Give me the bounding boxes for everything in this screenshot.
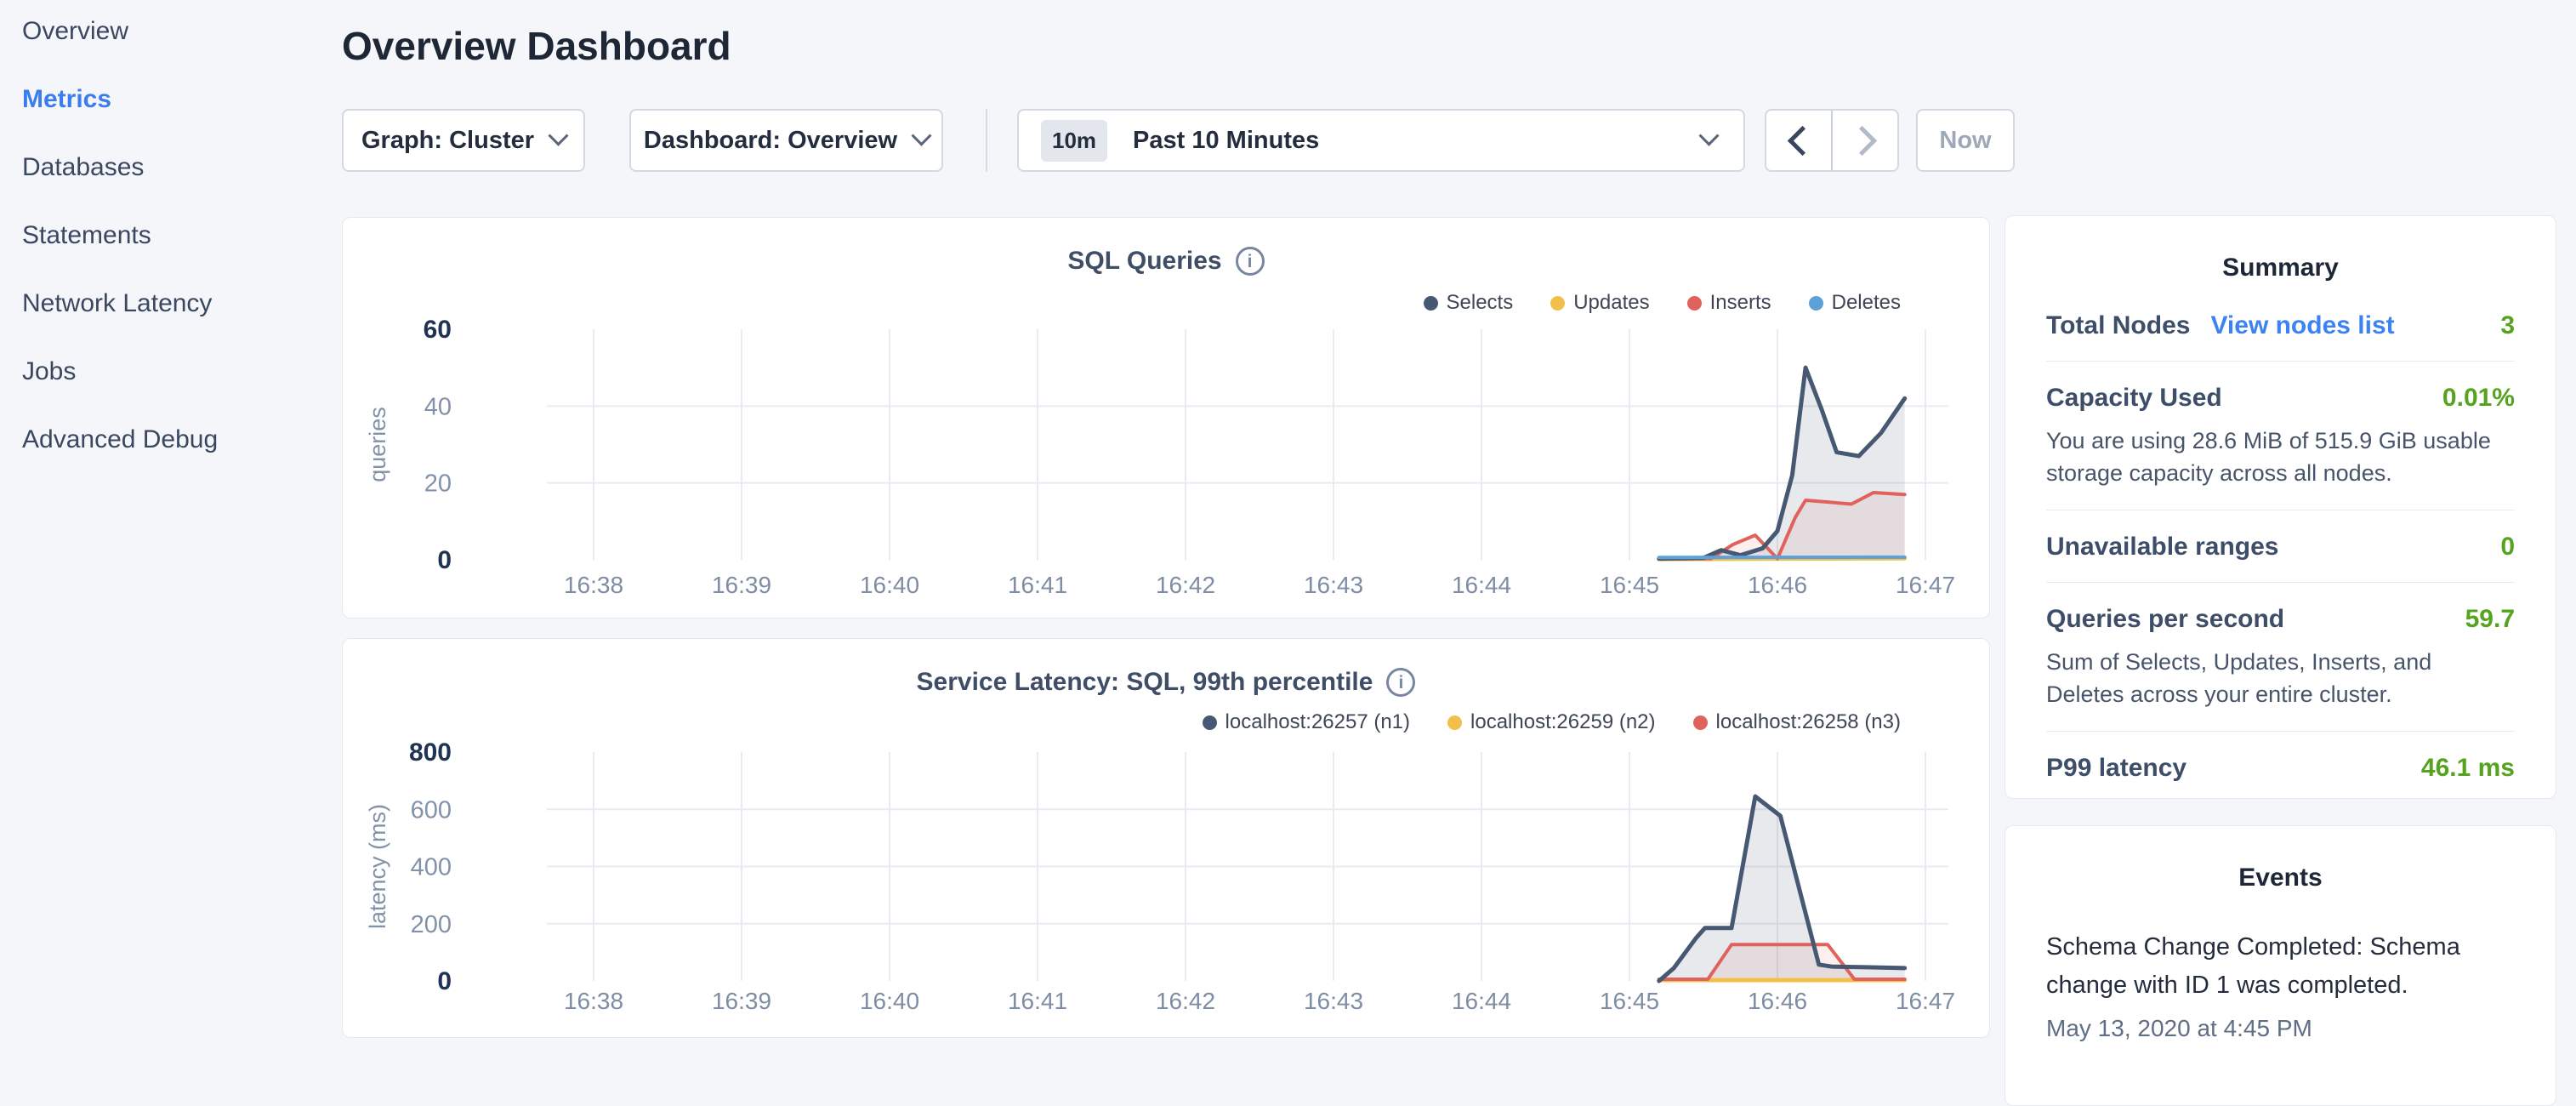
toolbar-divider — [986, 109, 987, 172]
dashboard-dropdown[interactable]: Dashboard: Overview — [629, 109, 943, 172]
svg-text:400: 400 — [411, 854, 452, 881]
svg-text:16:44: 16:44 — [1452, 572, 1511, 598]
graph-dropdown-label: Graph: Cluster — [361, 127, 534, 155]
svg-text:40: 40 — [424, 393, 452, 420]
summary-row-queries-per-second: Queries per second 59.7 — [2046, 605, 2515, 634]
summary-panel: Summary Total Nodes View nodes list 3 Ca… — [2005, 215, 2556, 799]
capacity-used-subtext: You are using 28.6 MiB of 515.9 GiB usab… — [2046, 425, 2515, 489]
sidebar-item-advanced-debug[interactable]: Advanced Debug — [0, 406, 312, 474]
svg-text:16:40: 16:40 — [860, 988, 919, 1014]
svg-text:16:41: 16:41 — [1008, 988, 1067, 1014]
svg-text:queries: queries — [365, 407, 390, 482]
page-title: Overview Dashboard — [342, 22, 731, 70]
event-timestamp: May 13, 2020 at 4:45 PM — [2046, 1015, 2515, 1042]
total-nodes-value: 3 — [2500, 311, 2515, 340]
sidebar-item-jobs[interactable]: Jobs — [0, 338, 312, 406]
chevron-down-icon — [912, 125, 932, 145]
sidebar-item-databases[interactable]: Databases — [0, 134, 312, 202]
capacity-used-value: 0.01% — [2442, 384, 2515, 413]
sql-queries-plot: 16:38 16:39 16:40 16:41 16:42 16:43 16:44 16:45… — [343, 218, 1989, 618]
p99-latency-value: 46.1 ms — [2421, 754, 2515, 783]
unavailable-ranges-value: 0 — [2500, 533, 2515, 562]
svg-text:200: 200 — [411, 911, 452, 938]
svg-text:60: 60 — [424, 316, 452, 344]
view-nodes-list-link[interactable]: View nodes list — [2210, 311, 2394, 340]
time-range-badge: 10m — [1041, 120, 1107, 162]
svg-text:0: 0 — [437, 546, 452, 574]
service-latency-plot: 16:38 16:39 16:40 16:41 16:42 16:43 16:44 16:45… — [343, 639, 1989, 1037]
sidebar-item-statements[interactable]: Statements — [0, 202, 312, 270]
svg-text:600: 600 — [411, 796, 452, 824]
svg-text:16:40: 16:40 — [860, 572, 919, 598]
svg-text:latency (ms): latency (ms) — [365, 804, 390, 929]
svg-text:16:43: 16:43 — [1304, 988, 1363, 1014]
graph-dropdown[interactable]: Graph: Cluster — [342, 109, 585, 172]
chevron-left-icon — [1787, 125, 1817, 155]
summary-row-total-nodes: Total Nodes View nodes list 3 — [2046, 311, 2515, 340]
now-button[interactable]: Now — [1916, 109, 2015, 172]
sidebar: Overview Metrics Databases Statements Ne… — [0, 0, 312, 1052]
time-step-forward-button[interactable] — [1831, 111, 1897, 170]
svg-text:16:42: 16:42 — [1156, 988, 1215, 1014]
summary-row-capacity-used: Capacity Used 0.01% — [2046, 384, 2515, 413]
svg-text:16:42: 16:42 — [1156, 572, 1215, 598]
summary-row-p99-latency: P99 latency 46.1 ms — [2046, 754, 2515, 783]
chevron-right-icon — [1846, 125, 1876, 155]
divider — [2046, 361, 2515, 362]
svg-text:0: 0 — [437, 967, 452, 995]
sidebar-item-metrics[interactable]: Metrics — [0, 66, 312, 134]
time-step-back-button[interactable] — [1766, 111, 1831, 170]
svg-text:800: 800 — [409, 738, 452, 767]
svg-text:16:39: 16:39 — [712, 988, 771, 1014]
dashboard-dropdown-label: Dashboard: Overview — [644, 127, 897, 155]
queries-per-second-subtext: Sum of Selects, Updates, Inserts, and De… — [2046, 646, 2515, 710]
svg-text:16:38: 16:38 — [564, 988, 623, 1014]
queries-per-second-value: 59.7 — [2465, 605, 2515, 634]
events-panel: Events Schema Change Completed: Schema c… — [2005, 825, 2556, 1106]
events-title: Events — [2046, 864, 2515, 892]
time-range-label: Past 10 Minutes — [1133, 127, 1319, 155]
now-button-label: Now — [1939, 127, 1991, 155]
svg-text:16:47: 16:47 — [1896, 988, 1955, 1014]
summary-row-unavailable-ranges: Unavailable ranges 0 — [2046, 533, 2515, 562]
divider — [2046, 731, 2515, 732]
summary-title: Summary — [2046, 254, 2515, 282]
sidebar-item-overview[interactable]: Overview — [0, 0, 312, 66]
svg-text:16:41: 16:41 — [1008, 572, 1067, 598]
time-step-button-group — [1765, 109, 1899, 172]
svg-text:16:39: 16:39 — [712, 572, 771, 598]
svg-text:16:38: 16:38 — [564, 572, 623, 598]
sql-queries-chart-card: SQL Queries i Selects Updates Inserts De… — [342, 217, 1990, 619]
svg-text:16:45: 16:45 — [1600, 988, 1659, 1014]
svg-text:20: 20 — [424, 470, 452, 498]
svg-text:16:46: 16:46 — [1748, 572, 1807, 598]
svg-text:16:47: 16:47 — [1896, 572, 1955, 598]
svg-text:16:46: 16:46 — [1748, 988, 1807, 1014]
service-latency-chart-card: Service Latency: SQL, 99th percentile i … — [342, 638, 1990, 1038]
svg-text:16:43: 16:43 — [1304, 572, 1363, 598]
chevron-down-icon — [548, 125, 568, 145]
time-range-selector[interactable]: 10m Past 10 Minutes — [1017, 109, 1745, 172]
sidebar-item-network-latency[interactable]: Network Latency — [0, 270, 312, 338]
divider — [2046, 582, 2515, 583]
svg-text:16:44: 16:44 — [1452, 988, 1511, 1014]
svg-text:16:45: 16:45 — [1600, 572, 1659, 598]
chevron-down-icon — [1698, 125, 1719, 145]
event-message: Schema Change Completed: Schema change w… — [2046, 928, 2515, 1005]
